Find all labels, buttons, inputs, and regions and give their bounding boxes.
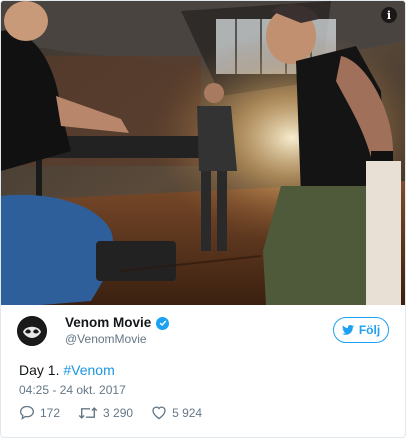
photo-scene (1, 1, 405, 305)
heart-icon (152, 406, 166, 420)
retweet-button[interactable]: 3 290 (78, 406, 133, 420)
reply-count: 172 (40, 405, 61, 420)
hashtag-link[interactable]: #Venom (63, 362, 114, 378)
reply-icon (19, 405, 35, 420)
tweet-text: Day 1. #Venom (19, 362, 115, 378)
tweet-actions: 172 3 290 5 924 (19, 405, 220, 420)
author-names: Venom Movie @VenomMovie (65, 315, 170, 347)
tweet-timestamp[interactable]: 04:25 - 24 okt. 2017 (19, 383, 126, 397)
like-count: 5 924 (172, 405, 203, 420)
tweet-author[interactable]: Venom Movie @VenomMovie (17, 315, 170, 347)
author-display-name[interactable]: Venom Movie (65, 315, 151, 332)
verified-badge-icon (156, 316, 170, 330)
follow-button[interactable]: Följ (333, 317, 389, 343)
twitter-bird-icon (341, 325, 354, 335)
tweet-photo[interactable]: i (1, 1, 405, 305)
tweet-card: i Venom Movie @VenomMovie Följ Day 1. #V… (0, 0, 406, 438)
retweet-icon (78, 406, 98, 419)
retweet-count: 3 290 (103, 405, 134, 420)
avatar[interactable] (17, 315, 47, 346)
info-icon[interactable]: i (381, 7, 397, 23)
follow-label: Följ (358, 323, 381, 337)
author-handle[interactable]: @VenomMovie (65, 332, 169, 347)
author-display-name-row[interactable]: Venom Movie (65, 315, 170, 332)
tweet-body: Day 1. (19, 362, 64, 378)
like-button[interactable]: 5 924 (151, 405, 202, 420)
venom-avatar-icon (17, 315, 47, 346)
reply-button[interactable]: 172 (19, 405, 60, 420)
